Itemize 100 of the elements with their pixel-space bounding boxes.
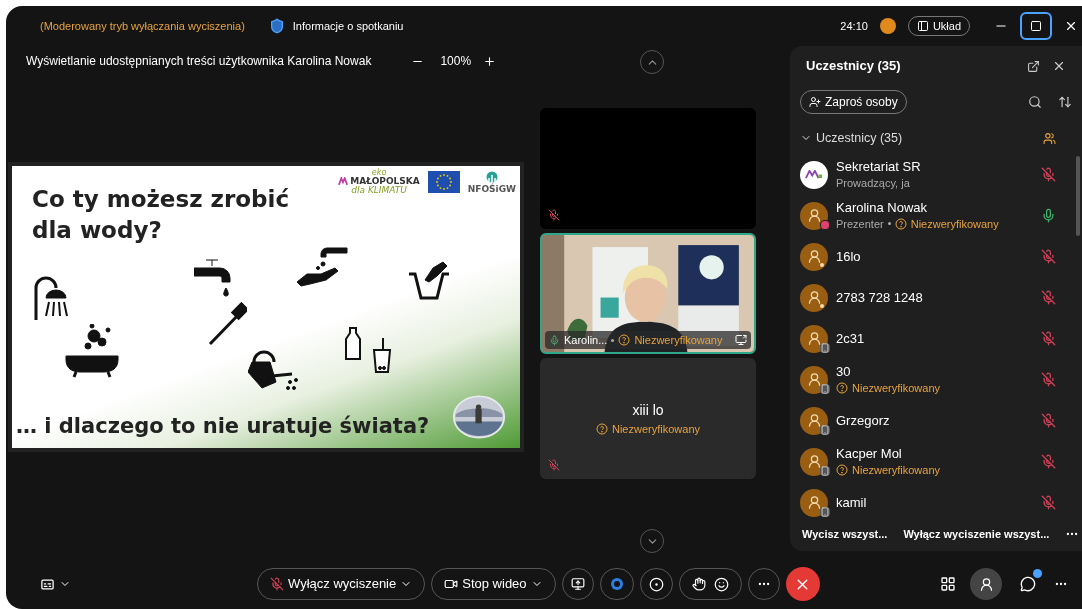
scrollbar-thumb[interactable] <box>1076 156 1080 236</box>
region-logo-text: MAŁOPOLSKA <box>350 177 420 186</box>
status-label: Niezweryfikowany <box>852 462 941 478</box>
hand-icon <box>691 577 706 591</box>
meeting-info-button[interactable]: Informacje o spotkaniu <box>292 17 404 35</box>
mode-notice: (Moderowany tryb wyłączania wyciszenia) <box>40 18 245 34</box>
sort-icon[interactable] <box>1058 95 1072 109</box>
record-icon <box>648 576 664 592</box>
status-label: Niezweryfikowany <box>634 332 723 348</box>
fund-logo-text: NFOŚiGW <box>467 184 516 194</box>
captions-button[interactable] <box>40 576 71 592</box>
slide-title: dla wody? <box>32 216 163 245</box>
participant-name: 2783 728 1248 <box>836 289 924 306</box>
help-icon <box>894 217 907 230</box>
recording-indicator-icon <box>879 18 896 34</box>
guest-badge-icon <box>820 303 824 308</box>
fund-logo-icon <box>484 170 499 185</box>
maximize-button[interactable] <box>1020 12 1052 40</box>
add-person-icon <box>809 96 821 108</box>
bottle-icon <box>342 326 362 362</box>
chat-icon <box>1020 576 1036 592</box>
eu-flag-icon <box>427 171 460 193</box>
participant-role: Prezenter <box>836 216 884 232</box>
phone-icon <box>820 424 830 435</box>
participant-row[interactable]: Grzegorz <box>790 400 1082 441</box>
person-icon <box>806 495 822 510</box>
washbasin-icon <box>407 260 451 300</box>
slide-footer-text: … i dlaczego to nie uratuje świata? <box>16 412 430 440</box>
video-tile[interactable]: xiii lo Niezweryfikowany <box>540 358 756 479</box>
panel-title: Uczestnicy (35) <box>806 57 901 76</box>
participant-name: kamil <box>836 494 868 511</box>
help-icon <box>836 381 848 394</box>
smile-icon <box>713 576 729 592</box>
participant-row[interactable]: 30 Niezweryfikowany <box>790 359 1082 400</box>
phone-icon <box>820 383 830 394</box>
participant-role: Prowadzący, ja <box>836 175 910 191</box>
slide-title: Co ty możesz zrobić <box>32 185 290 214</box>
mute-all-button[interactable]: Wyłącz wyciszenie wszyst... <box>903 525 1050 543</box>
apps-icon[interactable] <box>940 576 956 592</box>
participant-row[interactable]: 16lo <box>790 236 1082 277</box>
participant-row[interactable]: Karolina Nowak Prezenter Niezweryfikowany <box>790 195 1082 236</box>
square-icon <box>1030 20 1042 32</box>
pop-out-icon[interactable] <box>1027 59 1040 73</box>
participants-button[interactable] <box>970 568 1002 600</box>
help-icon <box>836 463 848 476</box>
bathtub-icon <box>64 324 120 378</box>
assistant-icon <box>608 576 625 592</box>
status-label: Niezweryfikowany <box>852 380 941 396</box>
logo-tagline: eko <box>371 169 387 177</box>
participant-name: Karolina Nowak <box>836 199 929 216</box>
phone-icon <box>820 506 830 517</box>
participant-row[interactable]: 2c31 <box>790 318 1082 359</box>
mute-all-button[interactable]: Wycisz wszyst... <box>802 525 888 543</box>
status-label: Niezweryfikowany <box>910 216 999 232</box>
guest-badge-icon <box>820 262 824 267</box>
participant-row[interactable]: Sekretariat SR Prowadzący, ja <box>790 154 1082 195</box>
faucet-icon <box>194 256 234 300</box>
shield-icon <box>268 18 285 34</box>
participant-row[interactable]: kamil <box>790 482 1082 517</box>
meeting-timer: 24:10 <box>840 18 868 34</box>
participant-name: 30 <box>836 363 852 380</box>
participant-name: Karolin... <box>564 332 608 348</box>
phone-icon <box>820 342 830 353</box>
sharing-icon <box>735 334 747 346</box>
person-icon <box>806 372 822 387</box>
logo-tagline: dla KLIMATU <box>351 186 407 195</box>
cup-icon <box>372 338 392 374</box>
hand-under-tap-icon <box>297 244 349 288</box>
video-tile[interactable] <box>540 108 756 229</box>
participant-name: 16lo <box>836 248 862 265</box>
search-icon[interactable] <box>1028 95 1042 109</box>
participant-name: Grzegorz <box>836 412 891 429</box>
participant-row[interactable]: 2783 728 1248 <box>790 277 1082 318</box>
participant-name: Sekretariat SR <box>836 158 922 175</box>
participant-row[interactable]: Kacper Mol Niezweryfikowany <box>790 441 1082 482</box>
person-icon <box>806 331 822 346</box>
captions-icon <box>40 576 55 592</box>
close-icon[interactable] <box>1064 19 1078 33</box>
status-label: Niezweryfikowany <box>612 421 700 437</box>
leave-button[interactable] <box>785 567 820 601</box>
toothbrush-icon <box>207 302 247 346</box>
region-logo-icon <box>338 177 349 186</box>
video-tile[interactable]: Karolin... Niezweryfikowany <box>540 233 756 354</box>
zoom-level: 100% <box>440 53 472 70</box>
camera-icon <box>444 577 459 591</box>
participant-name: 2c31 <box>836 330 866 347</box>
mic-off-icon <box>270 577 284 591</box>
person-icon <box>978 576 994 592</box>
person-icon <box>806 413 822 428</box>
close-icon[interactable] <box>1052 59 1066 73</box>
zoom-in-icon[interactable] <box>483 54 497 68</box>
group-toggle[interactable]: Uczestnicy (35) <box>800 128 903 148</box>
phone-icon <box>820 465 830 476</box>
participant-name: xiii lo <box>632 400 664 420</box>
person-icon <box>806 208 822 223</box>
person-icon <box>806 290 822 305</box>
person-icon <box>806 249 822 264</box>
participant-name: Kacper Mol <box>836 445 903 462</box>
person-icon <box>806 454 822 469</box>
people-icon <box>1043 131 1056 145</box>
